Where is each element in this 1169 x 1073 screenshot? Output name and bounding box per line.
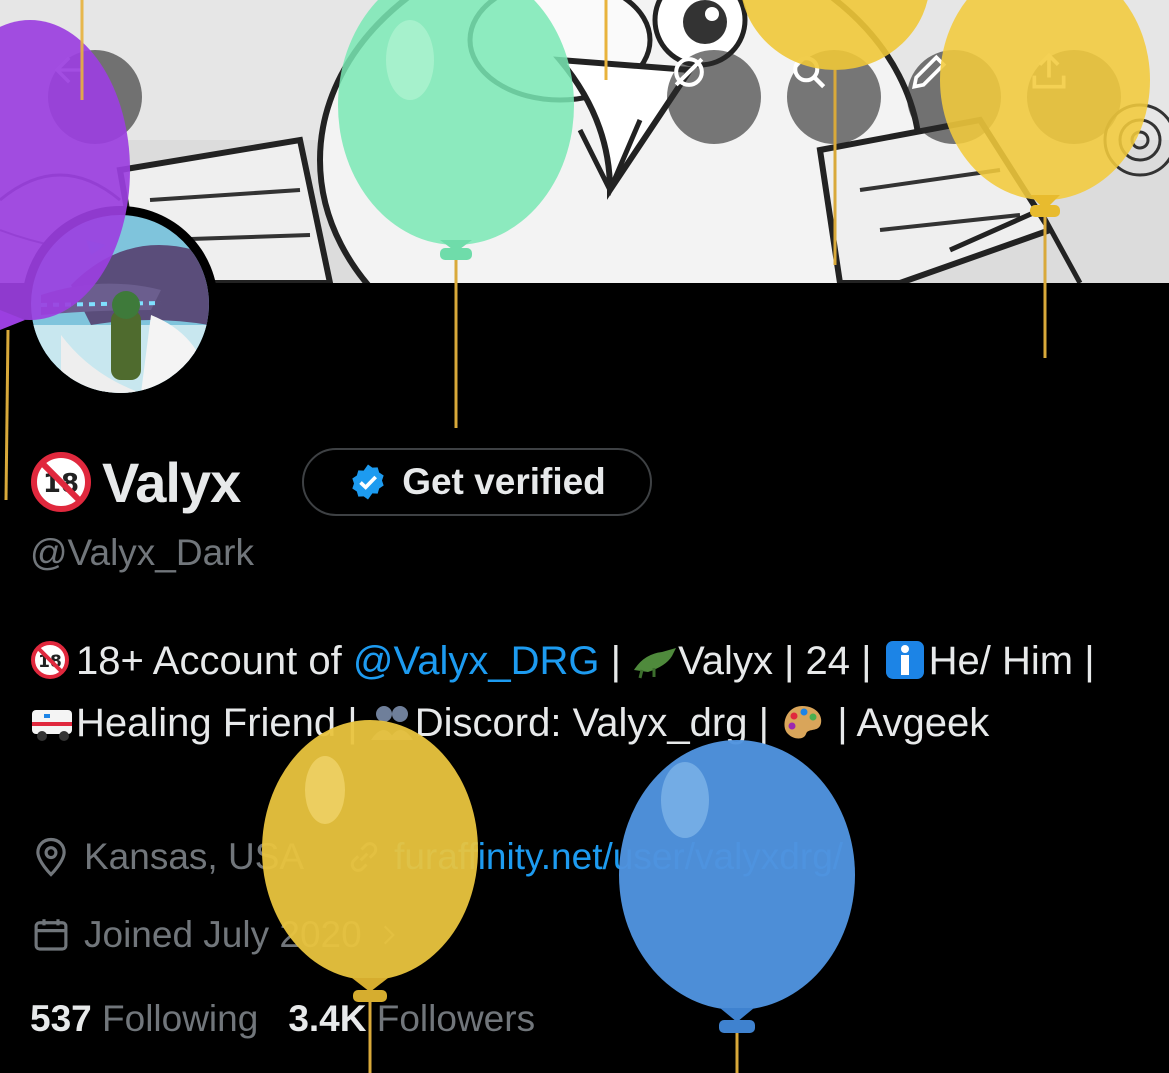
get-verified-label: Get verified [402,461,606,502]
display-name: Valyx [102,450,241,514]
ambulance-icon [32,710,72,741]
name-row: 18 Valyx [30,446,241,518]
back-button[interactable] [48,50,142,144]
handle: @Valyx_Dark [30,532,254,573]
back-arrow-icon [54,56,82,84]
bio-text: Healing Friend | [76,701,369,745]
joined-row: Joined July 2020 [30,914,402,956]
bio-text: Valyx | 24 | [678,639,883,683]
busts-in-silhouette-icon [370,706,413,740]
bio-text: 18+ Account of [76,639,353,683]
following-link[interactable]: 537 Following [30,998,258,1039]
following-count: 537 [30,998,92,1039]
bio-text: He/ Him | [928,639,1095,683]
avatar[interactable] [22,206,218,402]
location-pin-icon [36,837,66,877]
followers-link[interactable]: 3.4K Followers [288,998,535,1039]
location-row: Kansas, USA furaffinity.net/user/valyxdr… [30,836,843,878]
website-link[interactable]: furaffinity.net/user/valyxdrg/ [394,836,843,878]
share-button[interactable] [1027,50,1121,144]
search-button[interactable] [787,50,881,144]
info-icon [885,641,924,679]
verified-badge-icon [352,464,384,500]
search-icon [793,56,826,89]
bio-text: Discord: Valyx_drg | [414,701,781,745]
share-icon [1032,52,1066,89]
grok-icon [674,57,704,87]
pencil-icon [911,54,947,90]
follow-counts: 537 Following 3.4K Followers [30,998,535,1040]
following-label: Following [102,998,259,1039]
chevron-right-icon[interactable] [376,917,402,953]
joined-text: Joined July 2020 [84,914,362,955]
followers-count: 3.4K [288,998,367,1039]
location-text: Kansas, USA [84,836,305,877]
edit-button[interactable] [907,50,1001,144]
no-under-18-icon: 18 [31,641,69,679]
blue-balloon [619,740,855,1073]
bio: 18 18+ Account of @Valyx_DRG | Valyx | 2… [30,630,1140,754]
no-under-18-icon: 18 [31,452,91,512]
avatar-image [31,215,209,393]
get-verified-button[interactable]: Get verified [302,448,652,516]
artist-palette-icon [784,706,822,739]
mention-link[interactable]: @Valyx_DRG [353,639,600,683]
calendar-icon [34,919,68,951]
grok-button[interactable] [667,50,761,144]
followers-label: Followers [376,998,536,1039]
bio-text: | [599,639,633,683]
link-icon [350,842,378,872]
bio-text: | Avgeek [826,701,990,745]
crocodile-icon [634,648,677,679]
